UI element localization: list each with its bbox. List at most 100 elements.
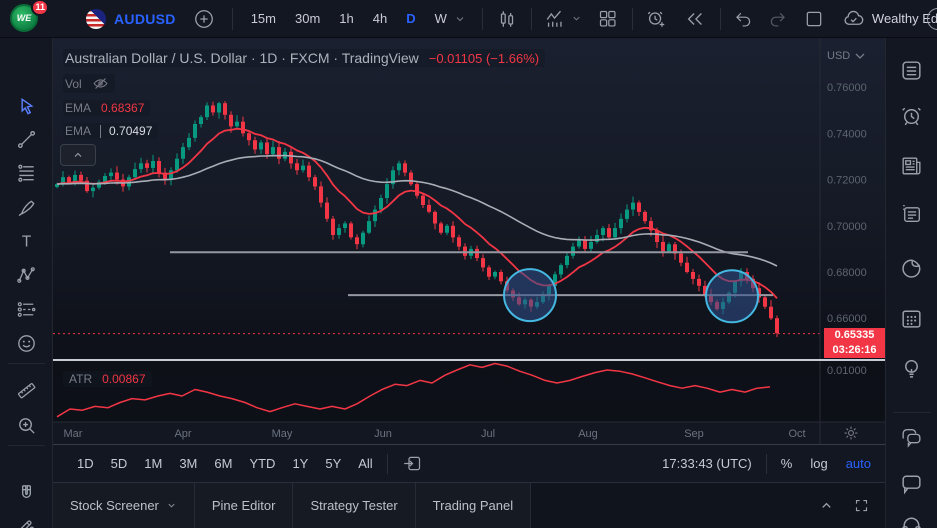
range-all[interactable]: All xyxy=(358,456,372,471)
currency-chevron-icon[interactable] xyxy=(856,54,864,58)
time-axis-settings[interactable] xyxy=(842,424,860,442)
alerts-button[interactable] xyxy=(897,101,927,129)
range-1m[interactable]: 1M xyxy=(144,456,162,471)
drawing-lock-tool[interactable] xyxy=(11,512,41,528)
timeframe-4h[interactable]: 4h xyxy=(373,11,387,26)
circle-drawing[interactable] xyxy=(504,269,556,321)
range-1y[interactable]: 1Y xyxy=(292,456,308,471)
range-5y[interactable]: 5Y xyxy=(325,456,341,471)
news-button[interactable] xyxy=(897,151,927,179)
text-tool[interactable]: T xyxy=(11,227,41,255)
month-label[interactable]: Aug xyxy=(578,428,598,440)
trend-line-tool[interactable] xyxy=(11,125,41,153)
candle-body xyxy=(91,188,95,192)
comments-button[interactable] xyxy=(897,469,927,497)
snapshot-layout-button[interactable] xyxy=(804,9,824,29)
ruler-tool[interactable] xyxy=(11,376,41,404)
candle-body xyxy=(451,226,455,238)
magnet-tool[interactable] xyxy=(11,479,41,507)
month-label[interactable]: Jul xyxy=(481,428,495,440)
circle-drawing[interactable] xyxy=(706,270,758,322)
redo-button[interactable] xyxy=(767,8,788,29)
undo-button[interactable] xyxy=(733,8,754,29)
atr-legend-row[interactable]: ATR 0.00867 xyxy=(63,371,152,387)
xabcd-pattern-tool[interactable] xyxy=(11,261,41,289)
alert-button[interactable] xyxy=(645,8,667,30)
go-to-date-button[interactable] xyxy=(402,453,423,474)
month-label[interactable]: Sep xyxy=(684,428,704,440)
timeframe-menu-chevron-icon[interactable] xyxy=(454,13,466,25)
indicators-menu-chevron-icon[interactable] xyxy=(571,13,582,24)
account-circle-icon[interactable] xyxy=(927,8,937,30)
range-1d[interactable]: 1D xyxy=(77,456,94,471)
layout-grid-button[interactable] xyxy=(597,8,618,29)
candle-body xyxy=(439,223,443,232)
brush-tool[interactable] xyxy=(11,194,41,222)
range-5d[interactable]: 5D xyxy=(111,456,128,471)
broker-logo[interactable]: WE 11 xyxy=(10,4,40,34)
percent-scale-button[interactable]: % xyxy=(781,456,793,471)
legend-collapse-button[interactable] xyxy=(60,144,96,166)
zoom-in-tool[interactable] xyxy=(11,411,41,439)
volume-label: Vol xyxy=(65,77,82,91)
timeframe-W[interactable]: W xyxy=(435,11,447,26)
cloud-saved-icon[interactable] xyxy=(842,7,865,30)
atr-line xyxy=(57,364,770,417)
calendar-button[interactable] xyxy=(897,304,927,332)
month-label[interactable]: Mar xyxy=(64,428,83,440)
watchlist-button[interactable] xyxy=(897,56,927,84)
emoji-tool[interactable] xyxy=(11,329,41,357)
ema-fast-legend-row[interactable]: EMA 0.68367 xyxy=(63,100,150,116)
timeframe-1h[interactable]: 1h xyxy=(339,11,353,26)
candle-body xyxy=(565,256,569,265)
candle-body xyxy=(355,237,359,244)
candle-body xyxy=(493,272,497,277)
volume-legend-row[interactable]: Vol xyxy=(63,74,115,93)
eye-off-icon[interactable] xyxy=(92,75,109,92)
fib-retracement-tool[interactable] xyxy=(11,159,41,187)
atr-label: ATR xyxy=(69,372,92,386)
candle-body xyxy=(343,223,347,228)
month-label[interactable]: May xyxy=(272,428,293,440)
clock-utc[interactable]: 17:33:43 (UTC) xyxy=(662,456,752,471)
panel-fullscreen-icon[interactable] xyxy=(854,498,869,513)
forecast-tool[interactable] xyxy=(11,295,41,323)
cursor-tool[interactable] xyxy=(11,92,41,120)
price-axis-currency[interactable]: USD xyxy=(827,50,850,62)
tab-pine-editor[interactable]: Pine Editor xyxy=(195,483,294,528)
candle-body xyxy=(115,173,119,180)
symbol-description: Australian Dollar / U.S. Dollar · 1D · F… xyxy=(65,50,419,66)
indicators-button[interactable] xyxy=(544,8,566,30)
compare-add-symbol-button[interactable] xyxy=(193,8,215,30)
legend-title-row[interactable]: Australian Dollar / U.S. Dollar · 1D · F… xyxy=(63,49,545,67)
bar-replay-button[interactable] xyxy=(684,8,706,30)
public-chat-button[interactable] xyxy=(897,423,927,451)
timeframe-15m[interactable]: 15m xyxy=(251,11,276,26)
symbol-button[interactable]: AUDUSD xyxy=(114,11,176,27)
hotlists-button[interactable] xyxy=(897,254,927,282)
tab-trading-panel[interactable]: Trading Panel xyxy=(416,483,531,528)
tab-stock-screener[interactable]: Stock Screener xyxy=(53,483,195,528)
log-scale-button[interactable]: log xyxy=(810,456,827,471)
toolbar-divider xyxy=(387,454,388,474)
month-label[interactable]: Oct xyxy=(788,428,805,440)
range-3m[interactable]: 3M xyxy=(179,456,197,471)
ema-slow-legend-row[interactable]: EMA 0.70497 xyxy=(63,123,158,139)
tab-strategy-tester[interactable]: Strategy Tester xyxy=(293,483,415,528)
chart-style-candles-button[interactable] xyxy=(496,8,518,30)
month-label[interactable]: Jun xyxy=(374,428,392,440)
ideas-button[interactable] xyxy=(897,354,927,382)
bottom-toolbar: 1D 5D 1M 3M 6M YTD 1Y 5Y All 17:33:43 (UTC) % lo… xyxy=(53,444,885,482)
panel-expand-chevron-icon[interactable] xyxy=(819,498,834,513)
range-6m[interactable]: 6M xyxy=(214,456,232,471)
auto-scale-button[interactable]: auto xyxy=(846,456,871,471)
support-button[interactable] xyxy=(897,509,927,528)
timeframe-D[interactable]: D xyxy=(406,11,415,26)
data-window-button[interactable] xyxy=(897,199,927,227)
candle-body xyxy=(415,184,419,196)
price-chart[interactable]: USD 0.01000 0.760000.740000.720000.70000… xyxy=(53,38,885,444)
candle-body xyxy=(157,161,161,173)
timeframe-30m[interactable]: 30m xyxy=(295,11,320,26)
range-ytd[interactable]: YTD xyxy=(249,456,275,471)
month-label[interactable]: Apr xyxy=(174,428,191,440)
